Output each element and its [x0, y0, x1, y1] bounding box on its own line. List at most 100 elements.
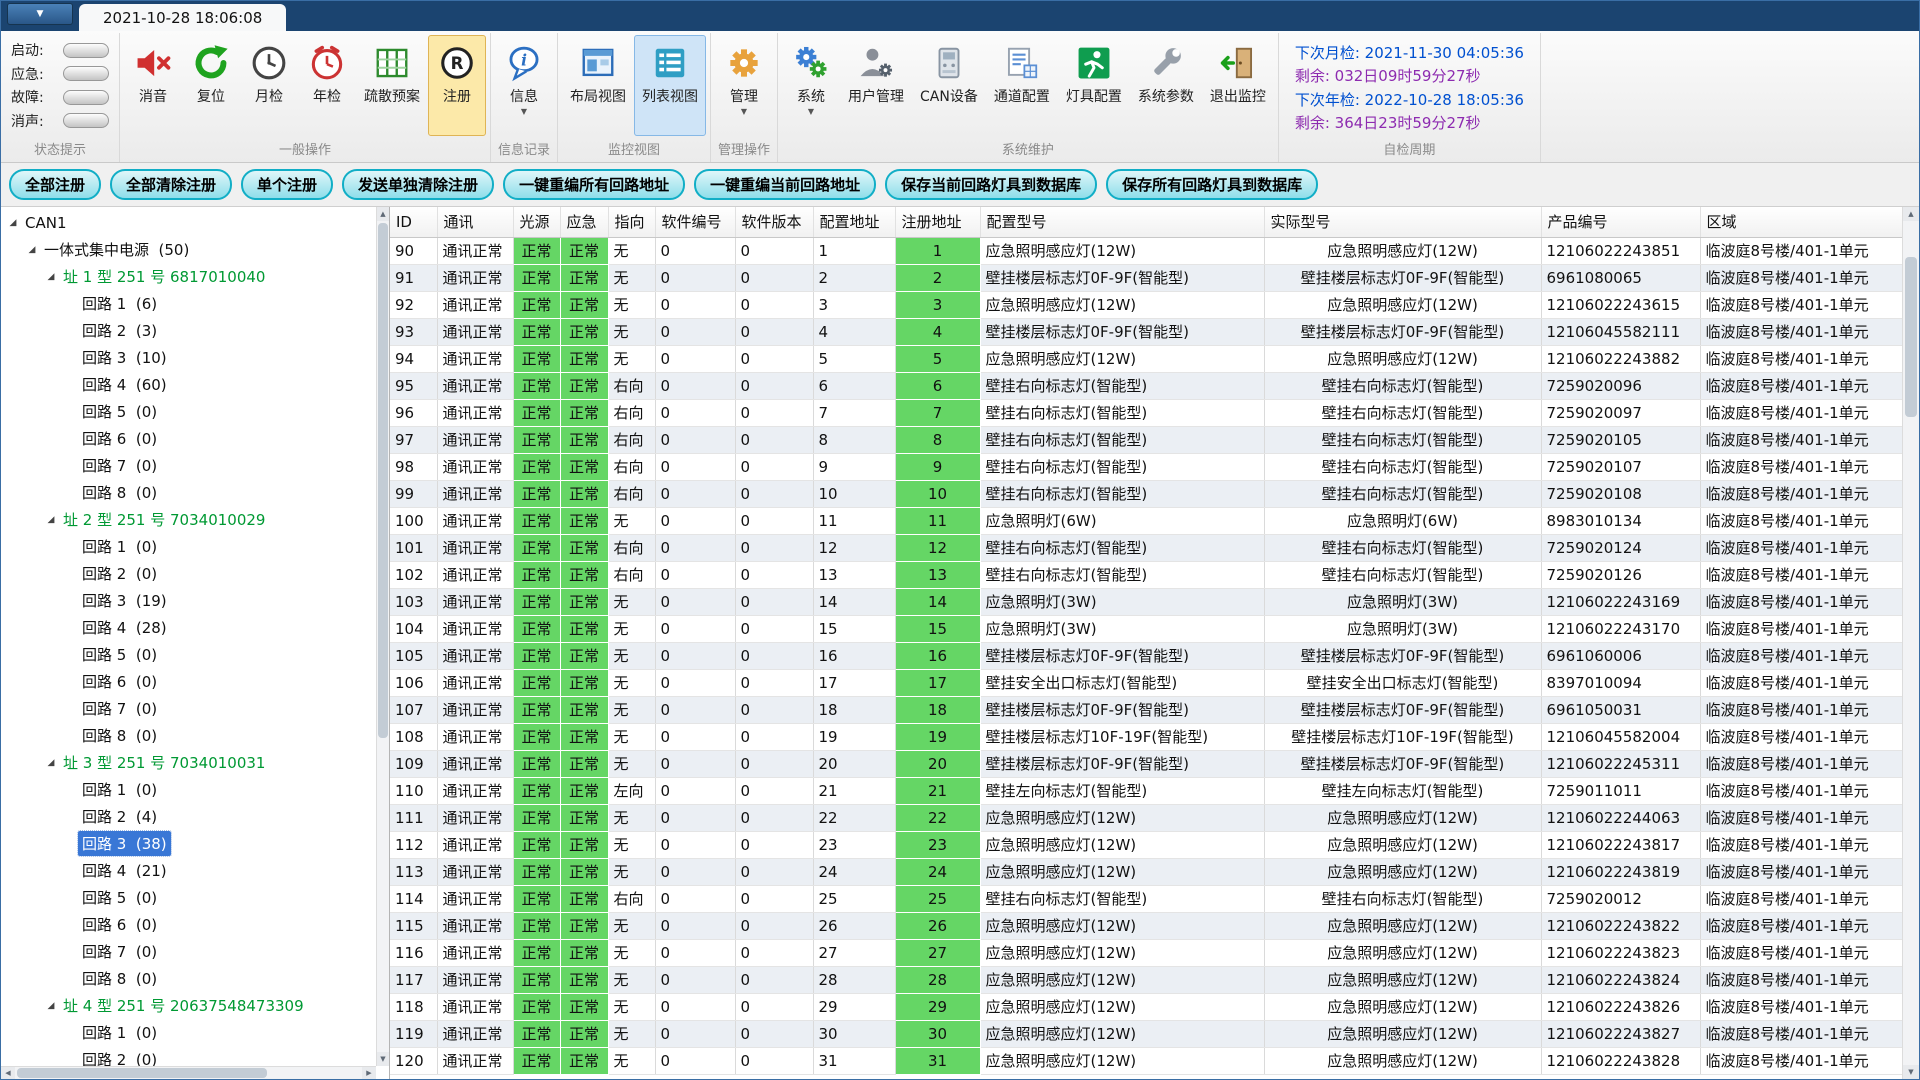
toolbar-button-exit-monitor[interactable]: 退出监控 [1202, 35, 1274, 136]
column-header-reg_addr[interactable]: 注册地址 [895, 207, 980, 237]
tree-hscroll-track[interactable] [15, 1067, 362, 1079]
toolbar-button-annual-check[interactable]: 年检 [298, 35, 356, 136]
column-header-actual_model[interactable]: 实际型号 [1264, 207, 1541, 237]
tree-item[interactable]: 回路 7 (0) [1, 938, 376, 965]
tree-item[interactable]: 回路 5 (0) [1, 398, 376, 425]
table-row[interactable]: 91通讯正常正常正常无0022壁挂楼层标志灯0F-9F(智能型)壁挂楼层标志灯0… [390, 264, 1902, 291]
column-header-cfg_addr[interactable]: 配置地址 [813, 207, 895, 237]
table-vertical-scrollbar[interactable]: ▲ ▼ [1902, 207, 1919, 1079]
toolbar-button-system[interactable]: 系统▼ [782, 35, 840, 136]
tree-item[interactable]: 回路 4 (21) [1, 857, 376, 884]
tree-item[interactable]: 回路 3 (19) [1, 587, 376, 614]
window-menu-button[interactable]: ▼ [7, 3, 73, 25]
toolbar-button-layout-view[interactable]: 布局视图 [562, 35, 634, 136]
column-header-area[interactable]: 区域 [1700, 207, 1902, 237]
tree-item[interactable]: ◢址 4 型 251 号 20637548473309 [1, 992, 376, 1019]
tree-item[interactable]: ◢一体式集中电源 (50) [1, 236, 376, 263]
toolbar-button-manage[interactable]: 管理▼ [715, 35, 773, 136]
clear-all-registration-button[interactable]: 全部清除注册 [110, 169, 232, 200]
table-row[interactable]: 112通讯正常正常正常无002323应急照明感应灯(12W)应急照明感应灯(12… [390, 831, 1902, 858]
tree-item[interactable]: 回路 2 (4) [1, 803, 376, 830]
tree-item[interactable]: ◢址 1 型 251 号 6817010040 [1, 263, 376, 290]
table-row[interactable]: 115通讯正常正常正常无002626应急照明感应灯(12W)应急照明感应灯(12… [390, 912, 1902, 939]
tree-item[interactable]: 回路 8 (0) [1, 722, 376, 749]
tree-item[interactable]: 回路 2 (0) [1, 1046, 376, 1066]
toolbar-button-info[interactable]: i信息▼ [495, 35, 553, 136]
tree-item[interactable]: 回路 2 (0) [1, 560, 376, 587]
tree-item[interactable]: 回路 3 (10) [1, 344, 376, 371]
table-row[interactable]: 119通讯正常正常正常无003030应急照明感应灯(12W)应急照明感应灯(12… [390, 1020, 1902, 1047]
table-row[interactable]: 111通讯正常正常正常无002222应急照明感应灯(12W)应急照明感应灯(12… [390, 804, 1902, 831]
renumber-all-loop-addresses-button[interactable]: 一键重编所有回路地址 [503, 169, 685, 200]
toolbar-button-system-params[interactable]: 系统参数 [1130, 35, 1202, 136]
column-header-emergency[interactable]: 应急 [560, 207, 608, 237]
tree-expander-icon[interactable]: ◢ [43, 515, 59, 525]
table-row[interactable]: 98通讯正常正常正常右向0099壁挂右向标志灯(智能型)壁挂右向标志灯(智能型)… [390, 453, 1902, 480]
renumber-current-loop-address-button[interactable]: 一键重编当前回路地址 [694, 169, 876, 200]
toolbar-button-lamp-config[interactable]: 灯具配置 [1058, 35, 1130, 136]
scroll-right-icon[interactable]: ▶ [362, 1067, 376, 1079]
table-row[interactable]: 105通讯正常正常正常无001616壁挂楼层标志灯0F-9F(智能型)壁挂楼层标… [390, 642, 1902, 669]
scroll-down-icon[interactable]: ▼ [377, 1052, 389, 1066]
tree-item[interactable]: 回路 6 (0) [1, 425, 376, 452]
table-row[interactable]: 120通讯正常正常正常无003131应急照明感应灯(12W)应急照明感应灯(12… [390, 1047, 1902, 1074]
tree-vscroll-thumb[interactable] [378, 223, 388, 738]
column-header-sw_no[interactable]: 软件编号 [655, 207, 735, 237]
table-row[interactable]: 90通讯正常正常正常无0011应急照明感应灯(12W)应急照明感应灯(12W)1… [390, 237, 1902, 264]
tree-item[interactable]: 回路 1 (0) [1, 776, 376, 803]
tree-item[interactable]: ◢址 2 型 251 号 7034010029 [1, 506, 376, 533]
scroll-up-icon[interactable]: ▲ [377, 207, 389, 221]
save-current-loop-lamps-button[interactable]: 保存当前回路灯具到数据库 [885, 169, 1097, 200]
table-row[interactable]: 106通讯正常正常正常无001717壁挂安全出口标志灯(智能型)壁挂安全出口标志… [390, 669, 1902, 696]
tree-item[interactable]: 回路 1 (0) [1, 1019, 376, 1046]
tree-expander-icon[interactable]: ◢ [43, 272, 59, 282]
tree-expander-icon[interactable]: ◢ [24, 245, 40, 255]
toolbar-button-monthly-check[interactable]: 月检 [240, 35, 298, 136]
status-indicator[interactable] [63, 113, 109, 128]
tree-item[interactable]: 回路 4 (60) [1, 371, 376, 398]
tree-expander-icon[interactable]: ◢ [43, 758, 59, 768]
register-all-button[interactable]: 全部注册 [9, 169, 101, 200]
table-row[interactable]: 101通讯正常正常正常右向001212壁挂右向标志灯(智能型)壁挂右向标志灯(智… [390, 534, 1902, 561]
table-row[interactable]: 97通讯正常正常正常右向0088壁挂右向标志灯(智能型)壁挂右向标志灯(智能型)… [390, 426, 1902, 453]
column-header-cfg_model[interactable]: 配置型号 [980, 207, 1264, 237]
tree-item[interactable]: 回路 5 (0) [1, 641, 376, 668]
save-all-loop-lamps-button[interactable]: 保存所有回路灯具到数据库 [1106, 169, 1318, 200]
table-row[interactable]: 117通讯正常正常正常无002828应急照明感应灯(12W)应急照明感应灯(12… [390, 966, 1902, 993]
tree-item[interactable]: ◢址 3 型 251 号 7034010031 [1, 749, 376, 776]
tree-item[interactable]: 回路 1 (0) [1, 533, 376, 560]
tree-item[interactable]: 回路 1 (6) [1, 290, 376, 317]
tree-hscroll-thumb[interactable] [17, 1068, 267, 1078]
table-row[interactable]: 99通讯正常正常正常右向001010壁挂右向标志灯(智能型)壁挂右向标志灯(智能… [390, 480, 1902, 507]
tree-item[interactable]: 回路 2 (3) [1, 317, 376, 344]
table-row[interactable]: 107通讯正常正常正常无001818壁挂楼层标志灯0F-9F(智能型)壁挂楼层标… [390, 696, 1902, 723]
tree-item[interactable]: 回路 8 (0) [1, 479, 376, 506]
toolbar-button-user-manage[interactable]: 用户管理 [840, 35, 912, 136]
register-single-button[interactable]: 单个注册 [241, 169, 333, 200]
column-header-product_no[interactable]: 产品编号 [1541, 207, 1700, 237]
tree-item[interactable]: 回路 3 (38) [1, 830, 376, 857]
table-row[interactable]: 92通讯正常正常正常无0033应急照明感应灯(12W)应急照明感应灯(12W)1… [390, 291, 1902, 318]
table-row[interactable]: 95通讯正常正常正常右向0066壁挂右向标志灯(智能型)壁挂右向标志灯(智能型)… [390, 372, 1902, 399]
table-row[interactable]: 103通讯正常正常正常无001414应急照明灯(3W)应急照明灯(3W)1210… [390, 588, 1902, 615]
tree-item[interactable]: 回路 5 (0) [1, 884, 376, 911]
table-row[interactable]: 109通讯正常正常正常无002020壁挂楼层标志灯0F-9F(智能型)壁挂楼层标… [390, 750, 1902, 777]
column-header-comm[interactable]: 通讯 [437, 207, 513, 237]
toolbar-button-mute[interactable]: 消音 [124, 35, 182, 136]
table-row[interactable]: 118通讯正常正常正常无002929应急照明感应灯(12W)应急照明感应灯(12… [390, 993, 1902, 1020]
tree-item[interactable]: 回路 4 (28) [1, 614, 376, 641]
column-header-light[interactable]: 光源 [513, 207, 560, 237]
tree-horizontal-scrollbar[interactable]: ◀ ▶ [1, 1066, 376, 1079]
table-vscroll-thumb[interactable] [1905, 257, 1917, 417]
toolbar-button-can-device[interactable]: CAN设备 [912, 35, 986, 136]
tree-vscroll-track[interactable] [377, 221, 389, 1052]
status-indicator[interactable] [63, 90, 109, 105]
tree-item[interactable]: ◢CAN1 [1, 209, 376, 236]
table-row[interactable]: 108通讯正常正常正常无001919壁挂楼层标志灯10F-19F(智能型)壁挂楼… [390, 723, 1902, 750]
table-row[interactable]: 96通讯正常正常正常右向0077壁挂右向标志灯(智能型)壁挂右向标志灯(智能型)… [390, 399, 1902, 426]
table-row[interactable]: 113通讯正常正常正常无002424应急照明感应灯(12W)应急照明感应灯(12… [390, 858, 1902, 885]
column-header-direction[interactable]: 指向 [608, 207, 655, 237]
column-header-sw_ver[interactable]: 软件版本 [735, 207, 813, 237]
title-tab[interactable]: 2021-10-28 18:06:08 [79, 4, 286, 31]
toolbar-button-channel-config[interactable]: 通道配置 [986, 35, 1058, 136]
